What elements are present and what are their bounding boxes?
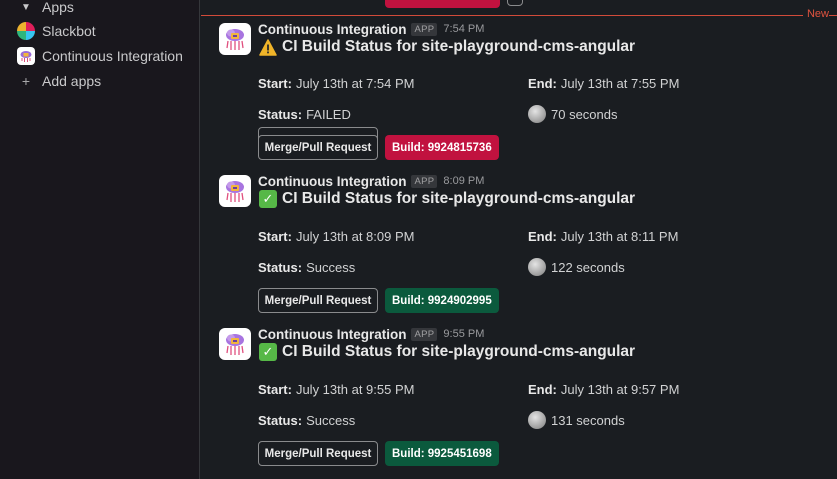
status-label: Status: xyxy=(258,106,303,122)
start-label: Start: xyxy=(258,381,292,397)
stopwatch-icon xyxy=(528,411,546,429)
message: Continuous Integration APP 8:09 PM ✓ CI … xyxy=(201,172,837,322)
message: Continuous Integration APP 7:54 PM CI Bu… xyxy=(201,20,837,170)
build-button[interactable]: Build: 9924902995 xyxy=(385,288,499,313)
end-value: July 13th at 8:11 PM xyxy=(560,228,679,244)
status-field: Status: Success xyxy=(258,258,355,276)
apps-section-header[interactable]: ▼ Apps xyxy=(16,0,74,18)
start-value: July 13th at 8:09 PM xyxy=(295,228,415,244)
sender-name[interactable]: Continuous Integration xyxy=(258,22,406,37)
stopwatch-icon xyxy=(528,105,546,123)
duration-value: 131 seconds xyxy=(551,412,625,428)
status-value: Success xyxy=(306,259,356,275)
message-timestamp[interactable]: 9:55 PM xyxy=(443,328,484,340)
sidebar-item-continuous-integration[interactable]: Continuous Integration xyxy=(16,45,183,67)
sender-name[interactable]: Continuous Integration xyxy=(258,327,406,342)
duration-field: 70 seconds xyxy=(528,105,618,123)
start-field: Start: July 13th at 9:55 PM xyxy=(258,380,414,398)
end-field: End: July 13th at 9:57 PM xyxy=(528,380,679,398)
start-field: Start: July 13th at 7:54 PM xyxy=(258,74,414,92)
status-field: Status: Success xyxy=(258,411,355,429)
end-field: End: July 13th at 8:11 PM xyxy=(528,227,678,245)
duration-value: 70 seconds xyxy=(551,106,618,122)
add-apps-label: Add apps xyxy=(42,73,102,89)
end-label: End: xyxy=(528,381,557,397)
app-badge: APP xyxy=(411,22,438,36)
end-field: End: July 13th at 7:55 PM xyxy=(528,74,679,92)
message-title: CI Build Status for site-playground-cms-… xyxy=(258,36,635,58)
sender-name[interactable]: Continuous Integration xyxy=(258,174,406,189)
plus-icon: + xyxy=(21,73,31,89)
message-title: ✓ CI Build Status for site-playground-cm… xyxy=(258,341,635,363)
duration-field: 131 seconds xyxy=(528,411,625,429)
sidebar-item-label: Slackbot xyxy=(42,23,96,39)
apps-section-label: Apps xyxy=(42,0,74,15)
build-button[interactable]: Build: 9924815736 xyxy=(385,135,499,160)
sidebar: ▼ Apps Slackbot Continuous Integration +… xyxy=(0,0,200,479)
message: Continuous Integration APP 9:55 PM ✓ CI … xyxy=(201,325,837,475)
end-value: July 13th at 9:57 PM xyxy=(560,381,680,397)
status-value: FAILED xyxy=(306,106,351,122)
previous-build-button[interactable] xyxy=(385,0,500,8)
start-value: July 13th at 9:55 PM xyxy=(295,381,415,397)
duration-field: 122 seconds xyxy=(528,258,625,276)
status-label: Status: xyxy=(258,412,303,428)
add-apps-button[interactable]: + Add apps xyxy=(16,70,101,92)
app-badge: APP xyxy=(411,327,438,341)
sidebar-item-slackbot[interactable]: Slackbot xyxy=(16,20,96,42)
message-pane: New Continuous Integration APP 7:54 PM C… xyxy=(201,0,837,479)
end-label: End: xyxy=(528,75,557,91)
caret-down-icon: ▼ xyxy=(21,1,31,13)
start-value: July 13th at 7:54 PM xyxy=(295,75,415,91)
message-timestamp[interactable]: 7:54 PM xyxy=(443,23,484,35)
message-title: ✓ CI Build Status for site-playground-cm… xyxy=(258,188,635,210)
ci-avatar-icon[interactable] xyxy=(219,175,251,207)
start-label: Start: xyxy=(258,228,292,244)
start-label: Start: xyxy=(258,75,292,91)
build-status-title: CI Build Status for site-playground-cms-… xyxy=(282,38,636,55)
previous-duration-icon xyxy=(507,0,523,6)
build-status-title: CI Build Status for site-playground-cms-… xyxy=(282,343,636,360)
start-field: Start: July 13th at 8:09 PM xyxy=(258,227,414,245)
sidebar-item-label: Continuous Integration xyxy=(42,48,183,64)
merge-pull-request-button[interactable]: Merge/Pull Request xyxy=(258,135,378,160)
check-icon: ✓ xyxy=(258,189,278,209)
ci-app-icon xyxy=(17,47,35,65)
merge-pull-request-button[interactable]: Merge/Pull Request xyxy=(258,441,378,466)
ci-avatar-icon[interactable] xyxy=(219,328,251,360)
build-button[interactable]: Build: 9925451698 xyxy=(385,441,499,466)
app-badge: APP xyxy=(411,174,438,188)
ci-avatar-icon[interactable] xyxy=(219,23,251,55)
new-messages-divider xyxy=(201,15,837,16)
status-label: Status: xyxy=(258,259,303,275)
merge-pull-request-button[interactable]: Merge/Pull Request xyxy=(258,288,378,313)
new-messages-label: New xyxy=(802,8,829,20)
message-timestamp[interactable]: 8:09 PM xyxy=(443,175,484,187)
end-label: End: xyxy=(528,228,557,244)
warning-icon xyxy=(258,37,278,57)
slackbot-icon xyxy=(17,22,35,40)
stopwatch-icon xyxy=(528,258,546,276)
status-value: Success xyxy=(306,412,356,428)
build-status-title: CI Build Status for site-playground-cms-… xyxy=(282,190,636,207)
status-field: Status: FAILED xyxy=(258,105,351,123)
end-value: July 13th at 7:55 PM xyxy=(560,75,680,91)
duration-value: 122 seconds xyxy=(551,259,625,275)
check-icon: ✓ xyxy=(258,342,278,362)
